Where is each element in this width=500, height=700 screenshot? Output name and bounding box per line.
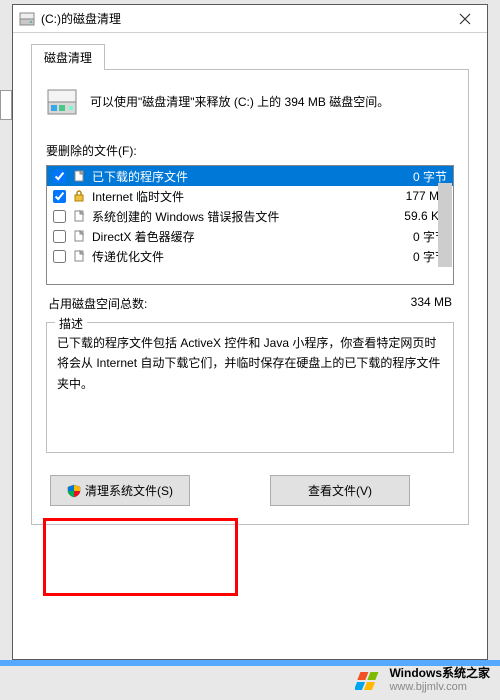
file-size: 0 字节 (387, 168, 447, 185)
tab-bar: 磁盘清理 (31, 43, 469, 70)
description-group: 描述 已下载的程序文件包括 ActiveX 控件和 Java 小程序，你查看特定… (46, 322, 454, 453)
drive-icon (19, 11, 35, 27)
files-to-delete-label: 要删除的文件(F): (46, 142, 454, 159)
file-icon (72, 228, 88, 244)
titlebar[interactable]: (C:)的磁盘清理 (13, 5, 487, 33)
tab-disk-cleanup[interactable]: 磁盘清理 (31, 44, 105, 70)
info-row: 可以使用"磁盘清理"来释放 (C:) 上的 394 MB 磁盘空间。 (46, 86, 454, 118)
watermark: Windows系统之家 www.bjjmlv.com (355, 666, 490, 694)
drive-large-icon (46, 86, 78, 118)
description-legend: 描述 (55, 315, 87, 332)
file-icon (72, 208, 88, 224)
scrollbar-thumb[interactable] (438, 183, 452, 267)
file-name: DirectX 着色器缓存 (92, 228, 387, 245)
description-fieldset: 描述 已下载的程序文件包括 ActiveX 控件和 Java 小程序，你查看特定… (46, 322, 454, 453)
button-row: 清理系统文件(S) 查看文件(V) (46, 475, 454, 506)
windows-logo-icon (355, 668, 383, 692)
file-row[interactable]: 已下载的程序文件0 字节 (47, 166, 453, 186)
watermark-url: www.bjjmlv.com (389, 681, 490, 694)
view-files-label: 查看文件(V) (308, 482, 372, 499)
watermark-text: Windows系统之家 www.bjjmlv.com (389, 666, 490, 694)
tab-content: 可以使用"磁盘清理"来释放 (C:) 上的 394 MB 磁盘空间。 要删除的文… (31, 70, 469, 525)
clean-system-files-label: 清理系统文件(S) (85, 482, 173, 499)
clean-system-files-button[interactable]: 清理系统文件(S) (50, 475, 190, 506)
shield-icon (67, 484, 81, 498)
background-fragment (0, 90, 12, 120)
file-row[interactable]: 传递优化文件0 字节 (47, 246, 453, 266)
file-row[interactable]: Internet 临时文件177 MB (47, 186, 453, 206)
file-checkbox[interactable] (53, 230, 66, 243)
file-list[interactable]: 已下载的程序文件0 字节Internet 临时文件177 MB系统创建的 Win… (46, 165, 454, 285)
file-checkbox[interactable] (53, 210, 66, 223)
titlebar-title: (C:)的磁盘清理 (41, 10, 443, 27)
description-text: 已下载的程序文件包括 ActiveX 控件和 Java 小程序，你查看特定网页时… (57, 333, 443, 394)
total-row: 占用磁盘空间总数: 334 MB (46, 295, 454, 312)
info-text: 可以使用"磁盘清理"来释放 (C:) 上的 394 MB 磁盘空间。 (90, 93, 389, 111)
file-row[interactable]: 系统创建的 Windows 错误报告文件59.6 KB (47, 206, 453, 226)
lock-icon (72, 188, 88, 204)
watermark-name: Windows系统之家 (389, 666, 490, 680)
file-name: 已下载的程序文件 (92, 168, 387, 185)
file-row[interactable]: DirectX 着色器缓存0 字节 (47, 226, 453, 246)
disk-cleanup-window: (C:)的磁盘清理 磁盘清理 可以使用"磁盘清理"来释放 (C:) (12, 4, 488, 660)
dialog-body: 磁盘清理 可以使用"磁盘清理"来释放 (C:) 上的 394 MB 磁盘空间。 … (13, 33, 487, 539)
file-checkbox[interactable] (53, 170, 66, 183)
file-icon (72, 248, 88, 264)
file-icon (72, 168, 88, 184)
total-value: 334 MB (411, 295, 452, 312)
file-name: Internet 临时文件 (92, 188, 387, 205)
close-button[interactable] (443, 5, 487, 33)
total-label: 占用磁盘空间总数: (48, 295, 411, 312)
file-name: 系统创建的 Windows 错误报告文件 (92, 208, 387, 225)
view-files-button[interactable]: 查看文件(V) (270, 475, 410, 506)
file-name: 传递优化文件 (92, 248, 387, 265)
file-checkbox[interactable] (53, 250, 66, 263)
file-checkbox[interactable] (53, 190, 66, 203)
